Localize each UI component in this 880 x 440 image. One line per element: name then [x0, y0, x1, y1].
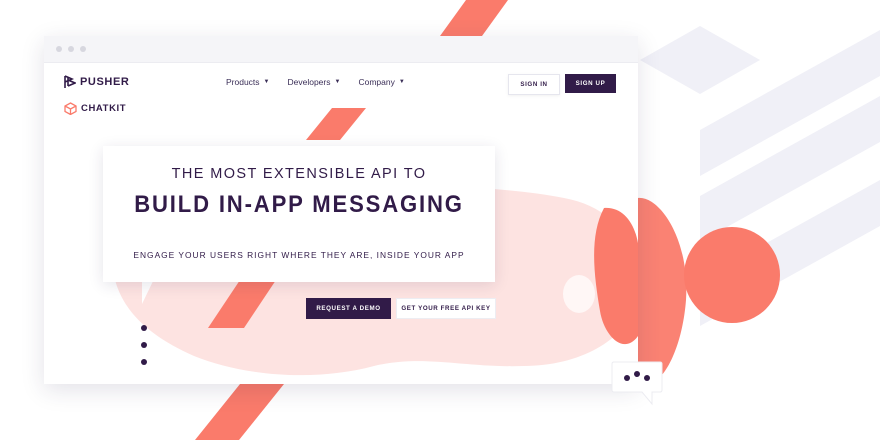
pusher-logo-icon: [64, 75, 76, 88]
browser-window: PUSHER CHATKIT Products ▼ Developers ▼ C…: [44, 36, 638, 384]
nav-developers-label: Developers: [287, 77, 331, 87]
hero-card: THE MOST EXTENSIBLE API TO BUILD IN-APP …: [103, 146, 495, 282]
nav-products[interactable]: Products ▼: [226, 77, 270, 87]
window-titlebar: [44, 36, 638, 63]
nav-developers[interactable]: Developers ▼: [288, 77, 341, 87]
hero-subtitle: ENGAGE YOUR USERS RIGHT WHERE THEY ARE, …: [133, 250, 465, 260]
chevron-down-icon: ▼: [398, 79, 405, 85]
sign-up-button[interactable]: SIGN UP: [565, 74, 616, 93]
sign-in-button[interactable]: SIGN IN: [508, 74, 560, 95]
window-control-dot[interactable]: [56, 46, 62, 52]
pusher-logo[interactable]: PUSHER: [64, 75, 129, 89]
pusher-wordmark: PUSHER: [80, 76, 130, 88]
carousel-dot[interactable]: [141, 325, 147, 331]
chat-bubble-typing-icon: [611, 361, 663, 406]
nav-company[interactable]: Company ▼: [358, 77, 404, 87]
main-nav: Products ▼ Developers ▼ Company ▼: [226, 77, 405, 87]
window-control-dot[interactable]: [68, 46, 74, 52]
get-api-key-button[interactable]: GET YOUR FREE API KEY: [396, 298, 496, 319]
nav-company-label: Company: [358, 77, 395, 87]
chevron-down-icon: ▼: [334, 79, 341, 85]
request-demo-button[interactable]: REQUEST A DEMO: [306, 298, 391, 319]
window-control-dot[interactable]: [80, 46, 86, 52]
carousel-dot[interactable]: [141, 359, 147, 365]
hero-headline: BUILD IN-APP MESSAGING: [134, 191, 464, 218]
chevron-down-icon: ▼: [263, 79, 270, 85]
chatkit-wordmark: CHATKIT: [81, 103, 127, 114]
nav-products-label: Products: [226, 77, 260, 87]
chatkit-logo[interactable]: CHATKIT: [64, 102, 126, 115]
chatkit-logo-icon: [64, 102, 77, 115]
hero-kicker: THE MOST EXTENSIBLE API TO: [171, 166, 427, 182]
carousel-dot[interactable]: [141, 342, 147, 348]
